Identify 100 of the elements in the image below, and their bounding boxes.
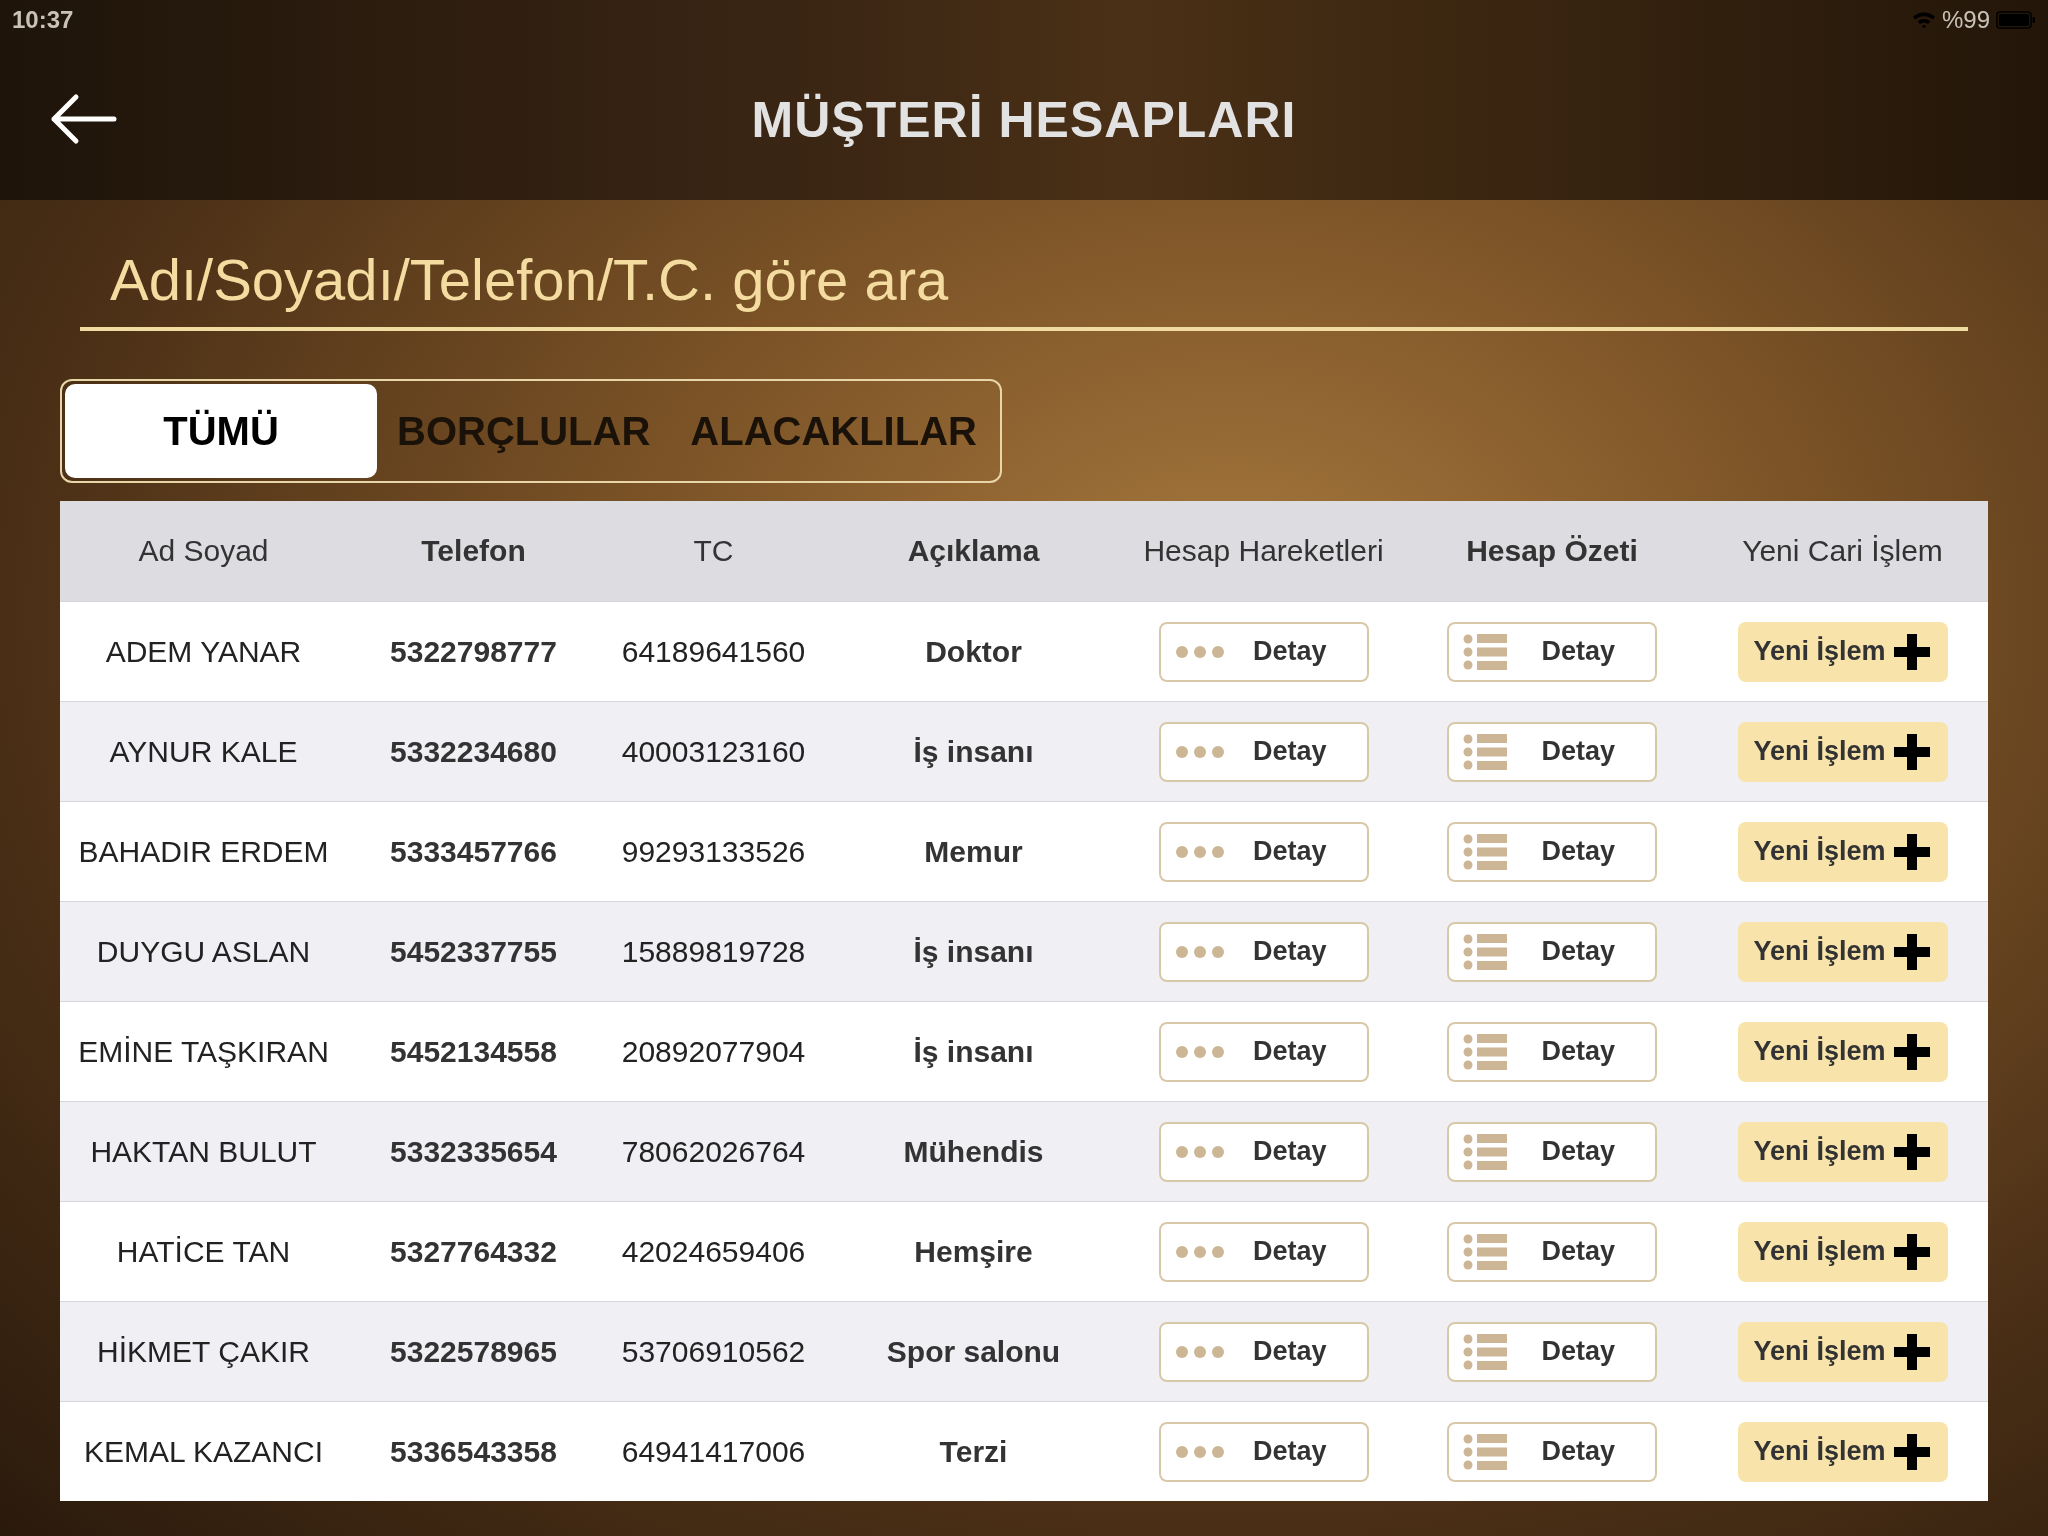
dots-icon <box>1174 1244 1225 1259</box>
plus-icon <box>1893 1333 1930 1370</box>
detail-button[interactable]: Detay <box>1447 1121 1657 1182</box>
detail-button[interactable]: Detay <box>1447 1221 1657 1282</box>
column-header: TC <box>692 534 735 568</box>
table-cell-text: Terzi <box>938 1434 1009 1469</box>
list-icon <box>1463 933 1507 970</box>
plus-icon <box>1893 833 1930 870</box>
table-cell-text: DUYGU ASLAN <box>95 934 312 969</box>
detail-button[interactable]: Detay <box>1158 1221 1369 1282</box>
detail-button[interactable]: Detay <box>1447 1321 1657 1382</box>
table-cell-text: AYNUR KALE <box>108 734 299 769</box>
table-cell-text: 20892077904 <box>620 1034 807 1069</box>
table-cell-text: İş insanı <box>912 934 1035 969</box>
plus-icon <box>1893 1133 1930 1170</box>
list-icon <box>1463 633 1507 670</box>
table-cell-text: 5322578965 <box>389 1334 558 1369</box>
plus-icon <box>1893 633 1930 670</box>
table-cell-text: 64941417006 <box>620 1434 807 1469</box>
table-cell-text: 64189641560 <box>620 634 807 669</box>
battery-icon <box>1996 11 2036 29</box>
search-field[interactable]: Adı/Soyadı/Telefon/T.C. göre ara <box>80 240 1968 331</box>
table-cell-text: Memur <box>923 834 1024 869</box>
dots-icon <box>1174 744 1225 759</box>
detail-button[interactable]: Detay <box>1447 621 1657 682</box>
list-icon <box>1463 1033 1507 1070</box>
column-header: Ad Soyad <box>137 534 270 568</box>
plus-icon <box>1893 1233 1930 1270</box>
detail-button[interactable]: Detay <box>1158 721 1369 782</box>
new-transaction-button[interactable]: Yeni İşlem <box>1737 1321 1948 1382</box>
dots-icon <box>1174 1044 1225 1059</box>
table-cell-text: Mühendis <box>902 1134 1045 1169</box>
column-header: Yeni Cari İşlem <box>1741 534 1944 568</box>
new-transaction-button[interactable]: Yeni İşlem <box>1737 1221 1948 1282</box>
table-cell-text: 15889819728 <box>620 934 807 969</box>
dots-icon <box>1174 1444 1225 1459</box>
table-cell-text: EMİNE TAŞKIRAN <box>77 1034 330 1069</box>
plus-icon <box>1893 933 1930 970</box>
table-cell-text: 5332234680 <box>389 734 558 769</box>
table-cell-text: Hemşire <box>913 1234 1034 1269</box>
table-cell-text: HİKMET ÇAKIR <box>96 1334 311 1369</box>
table-cell-text: İş insanı <box>912 734 1035 769</box>
dots-icon <box>1174 644 1225 659</box>
new-transaction-button[interactable]: Yeni İşlem <box>1737 1421 1948 1482</box>
table-cell-text: 5333457766 <box>389 834 558 869</box>
dots-icon <box>1174 844 1225 859</box>
dots-icon <box>1174 944 1225 959</box>
list-icon <box>1463 1233 1507 1270</box>
detail-button[interactable]: Detay <box>1158 821 1369 882</box>
detail-button[interactable]: Detay <box>1447 821 1657 882</box>
new-transaction-button[interactable]: Yeni İşlem <box>1737 1021 1948 1082</box>
list-icon <box>1463 1133 1507 1170</box>
table-cell-text: ADEM YANAR <box>104 634 303 669</box>
table-cell-text: 5452337755 <box>389 934 558 969</box>
plus-icon <box>1893 1433 1930 1470</box>
table-cell-text: 5332335654 <box>389 1134 558 1169</box>
dots-icon <box>1174 1144 1225 1159</box>
table-cell-text: 42024659406 <box>620 1234 807 1269</box>
table-cell-text: BAHADIR ERDEM <box>77 834 330 869</box>
list-icon <box>1463 1433 1507 1470</box>
wifi-icon <box>1911 11 1936 29</box>
plus-icon <box>1893 733 1930 770</box>
column-header: Hesap Hareketleri <box>1142 534 1385 568</box>
detail-button[interactable]: Detay <box>1158 1021 1369 1082</box>
list-icon <box>1463 733 1507 770</box>
table-cell-text: Doktor <box>924 634 1023 669</box>
list-icon <box>1463 833 1507 870</box>
detail-button[interactable]: Detay <box>1158 621 1369 682</box>
detail-button[interactable]: Detay <box>1447 721 1657 782</box>
detail-button[interactable]: Detay <box>1447 1421 1657 1482</box>
table-cell-text: HATİCE TAN <box>115 1234 292 1269</box>
table-cell-text: 78062026764 <box>620 1134 807 1169</box>
filter-tab[interactable]: TÜMÜ <box>65 384 377 478</box>
table-cell-text: İş insanı <box>912 1034 1035 1069</box>
table-cell-text: 40003123160 <box>620 734 807 769</box>
plus-icon <box>1893 1033 1930 1070</box>
new-transaction-button[interactable]: Yeni İşlem <box>1737 621 1948 682</box>
detail-button[interactable]: Detay <box>1158 1121 1369 1182</box>
table-cell-text: 5336543358 <box>389 1434 558 1469</box>
column-header: Telefon <box>420 534 527 568</box>
dots-icon <box>1174 1344 1225 1359</box>
table-cell-text: 5452134558 <box>389 1034 558 1069</box>
table-cell-text: Spor salonu <box>885 1334 1062 1369</box>
table-cell-text: 5327764332 <box>389 1234 558 1269</box>
table-cell-text: HAKTAN BULUT <box>89 1134 318 1169</box>
detail-button[interactable]: Detay <box>1447 921 1657 982</box>
detail-button[interactable]: Detay <box>1158 1321 1369 1382</box>
page-title: MÜŞTERİ HESAPLARI <box>751 91 1297 149</box>
new-transaction-button[interactable]: Yeni İşlem <box>1737 721 1948 782</box>
detail-button[interactable]: Detay <box>1447 1021 1657 1082</box>
battery-percent: %99 <box>1941 6 1990 34</box>
column-header: Hesap Özeti <box>1465 534 1639 568</box>
detail-button[interactable]: Detay <box>1158 1421 1369 1482</box>
table-cell-text: KEMAL KAZANCI <box>83 1434 324 1469</box>
new-transaction-button[interactable]: Yeni İşlem <box>1737 821 1948 882</box>
new-transaction-button[interactable]: Yeni İşlem <box>1737 921 1948 982</box>
detail-button[interactable]: Detay <box>1158 921 1369 982</box>
table-cell-text: 99293133526 <box>620 834 807 869</box>
new-transaction-button[interactable]: Yeni İşlem <box>1737 1121 1948 1182</box>
list-icon <box>1463 1333 1507 1370</box>
